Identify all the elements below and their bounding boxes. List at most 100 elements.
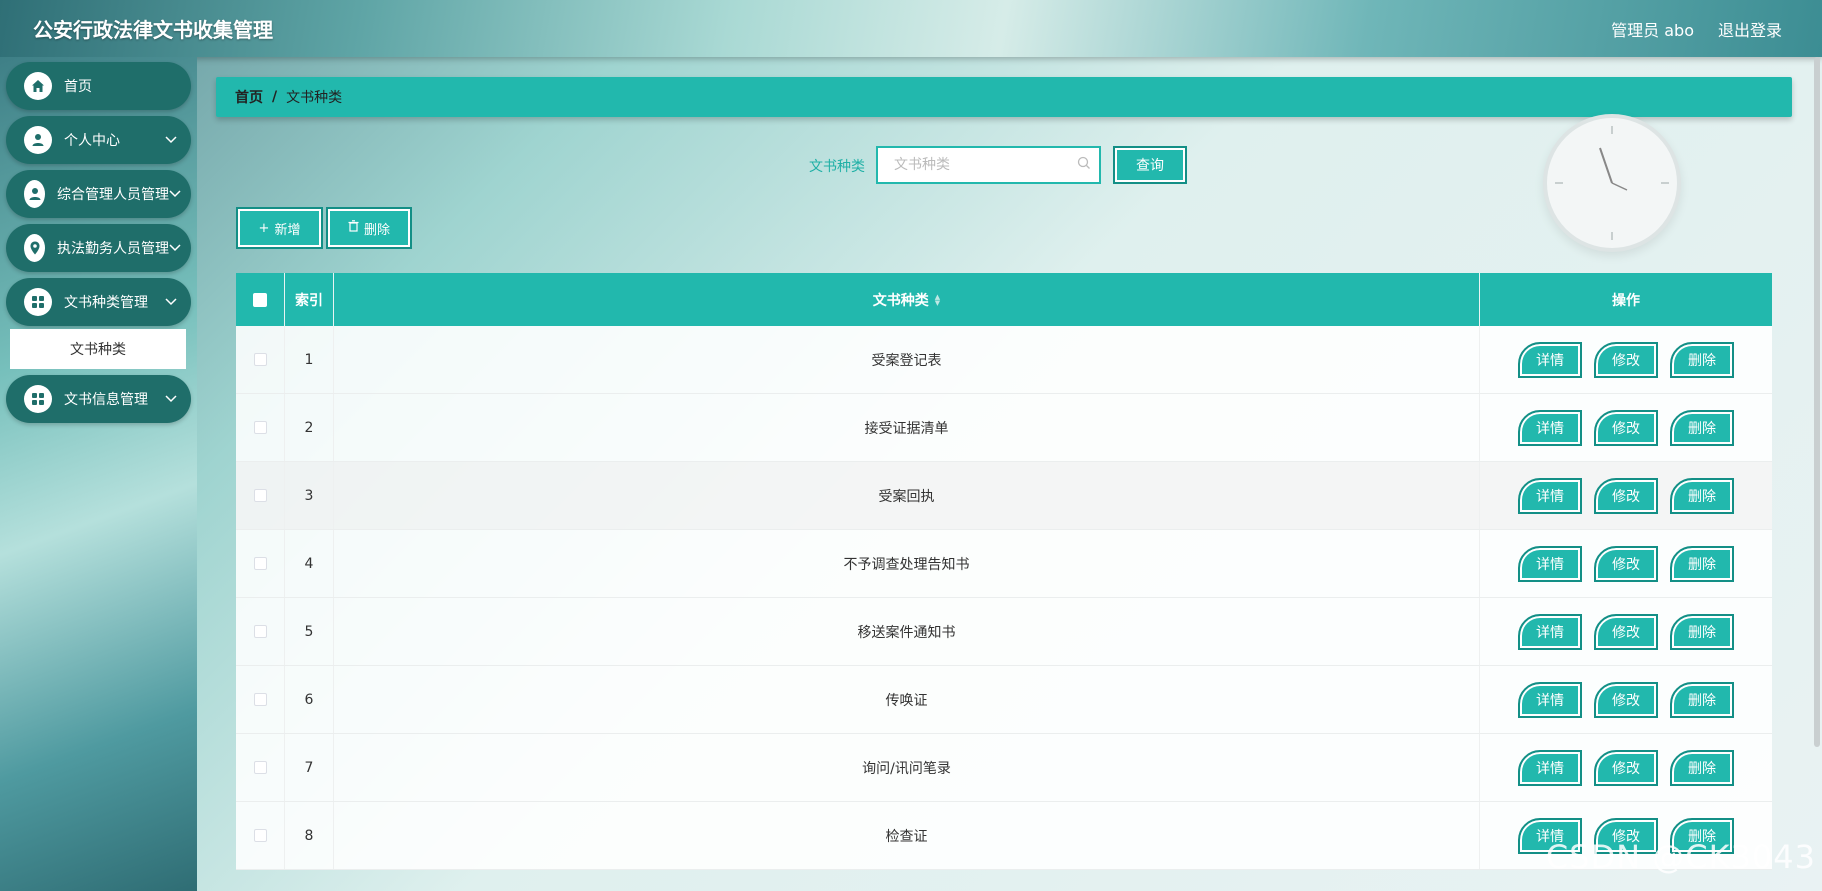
row-checkbox[interactable] xyxy=(253,421,267,434)
scrollbar-thumb[interactable] xyxy=(1814,57,1820,747)
table-row: 4 不予调查处理告知书 详情 修改 删除 xyxy=(236,530,1772,598)
delete-button[interactable]: 删除 xyxy=(1670,681,1734,718)
row-index: 7 xyxy=(285,734,334,801)
doc-type-table: 索引 文书种类 ▲ ▼ 操作 1 受案登记表 详情 修改 删除 2 接受证据清单 详情 修改 删除 3… xyxy=(236,273,1772,870)
sidebar-item-doc-type-mgmt[interactable]: 文书种类管理 xyxy=(6,278,191,326)
delete-button[interactable]: 删除 xyxy=(1670,409,1734,446)
edit-button[interactable]: 修改 xyxy=(1594,409,1658,446)
row-actions: 详情 修改 删除 xyxy=(1480,462,1772,529)
row-index: 8 xyxy=(285,802,334,869)
delete-button[interactable]: 删除 xyxy=(1670,749,1734,786)
edit-button[interactable]: 修改 xyxy=(1594,613,1658,650)
sidebar-item-personal-center[interactable]: 个人中心 xyxy=(6,116,191,164)
edit-button[interactable]: 修改 xyxy=(1594,545,1658,582)
detail-button[interactable]: 详情 xyxy=(1518,749,1582,786)
sidebar-item-enforcement-staff[interactable]: 执法勤务人员管理 xyxy=(6,224,191,272)
row-name: 不予调查处理告知书 xyxy=(334,530,1480,597)
add-button[interactable]: + 新增 xyxy=(236,207,323,249)
select-all-cell xyxy=(236,273,285,326)
detail-button[interactable]: 详情 xyxy=(1518,409,1582,446)
row-index: 6 xyxy=(285,666,334,733)
row-checkbox[interactable] xyxy=(253,761,267,774)
table-row: 7 询问/讯问笔录 详情 修改 删除 xyxy=(236,734,1772,802)
row-actions: 详情 修改 删除 xyxy=(1480,598,1772,665)
row-checkbox[interactable] xyxy=(253,625,267,638)
sidebar-item-label: 首页 xyxy=(64,79,92,95)
row-actions: 详情 修改 删除 xyxy=(1480,530,1772,597)
row-checkbox[interactable] xyxy=(253,557,267,570)
header-ops: 操作 xyxy=(1612,292,1640,309)
row-checkbox[interactable] xyxy=(253,353,267,366)
row-index: 3 xyxy=(285,462,334,529)
sidebar-item-doc-info-mgmt[interactable]: 文书信息管理 xyxy=(6,375,191,423)
delete-button[interactable]: 删除 xyxy=(1670,613,1734,650)
breadcrumb-home[interactable]: 首页 xyxy=(235,87,263,107)
row-actions: 详情 修改 删除 xyxy=(1480,734,1772,801)
chevron-down-icon xyxy=(165,133,181,147)
edit-button[interactable]: 修改 xyxy=(1594,681,1658,718)
sort-icon[interactable]: ▲ ▼ xyxy=(935,293,940,306)
detail-button[interactable]: 详情 xyxy=(1518,545,1582,582)
scrollbar[interactable] xyxy=(1812,57,1822,747)
table-row: 6 传唤证 详情 修改 删除 xyxy=(236,666,1772,734)
row-name: 移送案件通知书 xyxy=(334,598,1480,665)
sidebar-item-admin-staff[interactable]: 综合管理人员管理 xyxy=(6,170,191,218)
select-all-checkbox[interactable] xyxy=(253,292,267,307)
row-index: 5 xyxy=(285,598,334,665)
header-name-label: 文书种类 xyxy=(872,292,929,309)
edit-button[interactable]: 修改 xyxy=(1594,341,1658,378)
watermark: CSDN @CK3043 xyxy=(1545,838,1816,876)
detail-button[interactable]: 详情 xyxy=(1518,477,1582,514)
table-row: 5 移送案件通知书 详情 修改 删除 xyxy=(236,598,1772,666)
breadcrumb: 首页 / 文书种类 xyxy=(216,77,1792,117)
row-name: 接受证据清单 xyxy=(334,394,1480,461)
row-checkbox[interactable] xyxy=(253,489,267,502)
row-select-cell xyxy=(236,326,285,393)
row-select-cell xyxy=(236,462,285,529)
batch-delete-button[interactable]: 删除 xyxy=(326,207,412,249)
row-checkbox[interactable] xyxy=(253,829,267,842)
submenu-item-doc-type[interactable]: 文书种类 xyxy=(10,329,186,369)
detail-button[interactable]: 详情 xyxy=(1518,613,1582,650)
row-name: 受案登记表 xyxy=(334,326,1480,393)
delete-button[interactable]: 删除 xyxy=(1670,477,1734,514)
row-index: 1 xyxy=(285,326,334,393)
grid-icon xyxy=(24,288,52,316)
query-button[interactable]: 查询 xyxy=(1113,146,1187,184)
table-row: 8 检查证 详情 修改 删除 xyxy=(236,802,1772,870)
trash-icon xyxy=(348,220,359,236)
current-user: 管理员 abo xyxy=(1611,21,1694,40)
breadcrumb-separator: / xyxy=(272,89,278,105)
chevron-down-icon xyxy=(169,241,181,255)
chevron-down-icon xyxy=(165,392,181,406)
table-row: 1 受案登记表 详情 修改 删除 xyxy=(236,326,1772,394)
sidebar-item-home[interactable]: 首页 xyxy=(6,62,191,110)
detail-button[interactable]: 详情 xyxy=(1518,341,1582,378)
header-name[interactable]: 文书种类 ▲ ▼ xyxy=(334,273,1480,326)
add-button-label: 新增 xyxy=(274,222,301,238)
edit-button[interactable]: 修改 xyxy=(1594,749,1658,786)
row-select-cell xyxy=(236,734,285,801)
breadcrumb-current: 文书种类 xyxy=(286,90,343,106)
logout-link[interactable]: 退出登录 xyxy=(1718,17,1782,41)
row-name: 受案回执 xyxy=(334,462,1480,529)
delete-button[interactable]: 删除 xyxy=(1670,341,1734,378)
chevron-down-icon xyxy=(169,187,181,201)
table-row: 2 接受证据清单 详情 修改 删除 xyxy=(236,394,1772,462)
row-index: 4 xyxy=(285,530,334,597)
edit-button[interactable]: 修改 xyxy=(1594,477,1658,514)
chevron-up-icon xyxy=(165,295,181,309)
row-name: 询问/讯问笔录 xyxy=(334,734,1480,801)
row-checkbox[interactable] xyxy=(253,693,267,706)
row-actions: 详情 修改 删除 xyxy=(1480,394,1772,461)
sidebar-item-label: 文书信息管理 xyxy=(64,392,148,408)
row-select-cell xyxy=(236,598,285,665)
search-input[interactable] xyxy=(876,146,1101,184)
delete-button[interactable]: 删除 xyxy=(1670,545,1734,582)
detail-button[interactable]: 详情 xyxy=(1518,681,1582,718)
row-index: 2 xyxy=(285,394,334,461)
sidebar-item-label: 文书种类管理 xyxy=(64,295,148,311)
user-icon xyxy=(24,180,45,208)
row-select-cell xyxy=(236,802,285,869)
row-name: 传唤证 xyxy=(334,666,1480,733)
